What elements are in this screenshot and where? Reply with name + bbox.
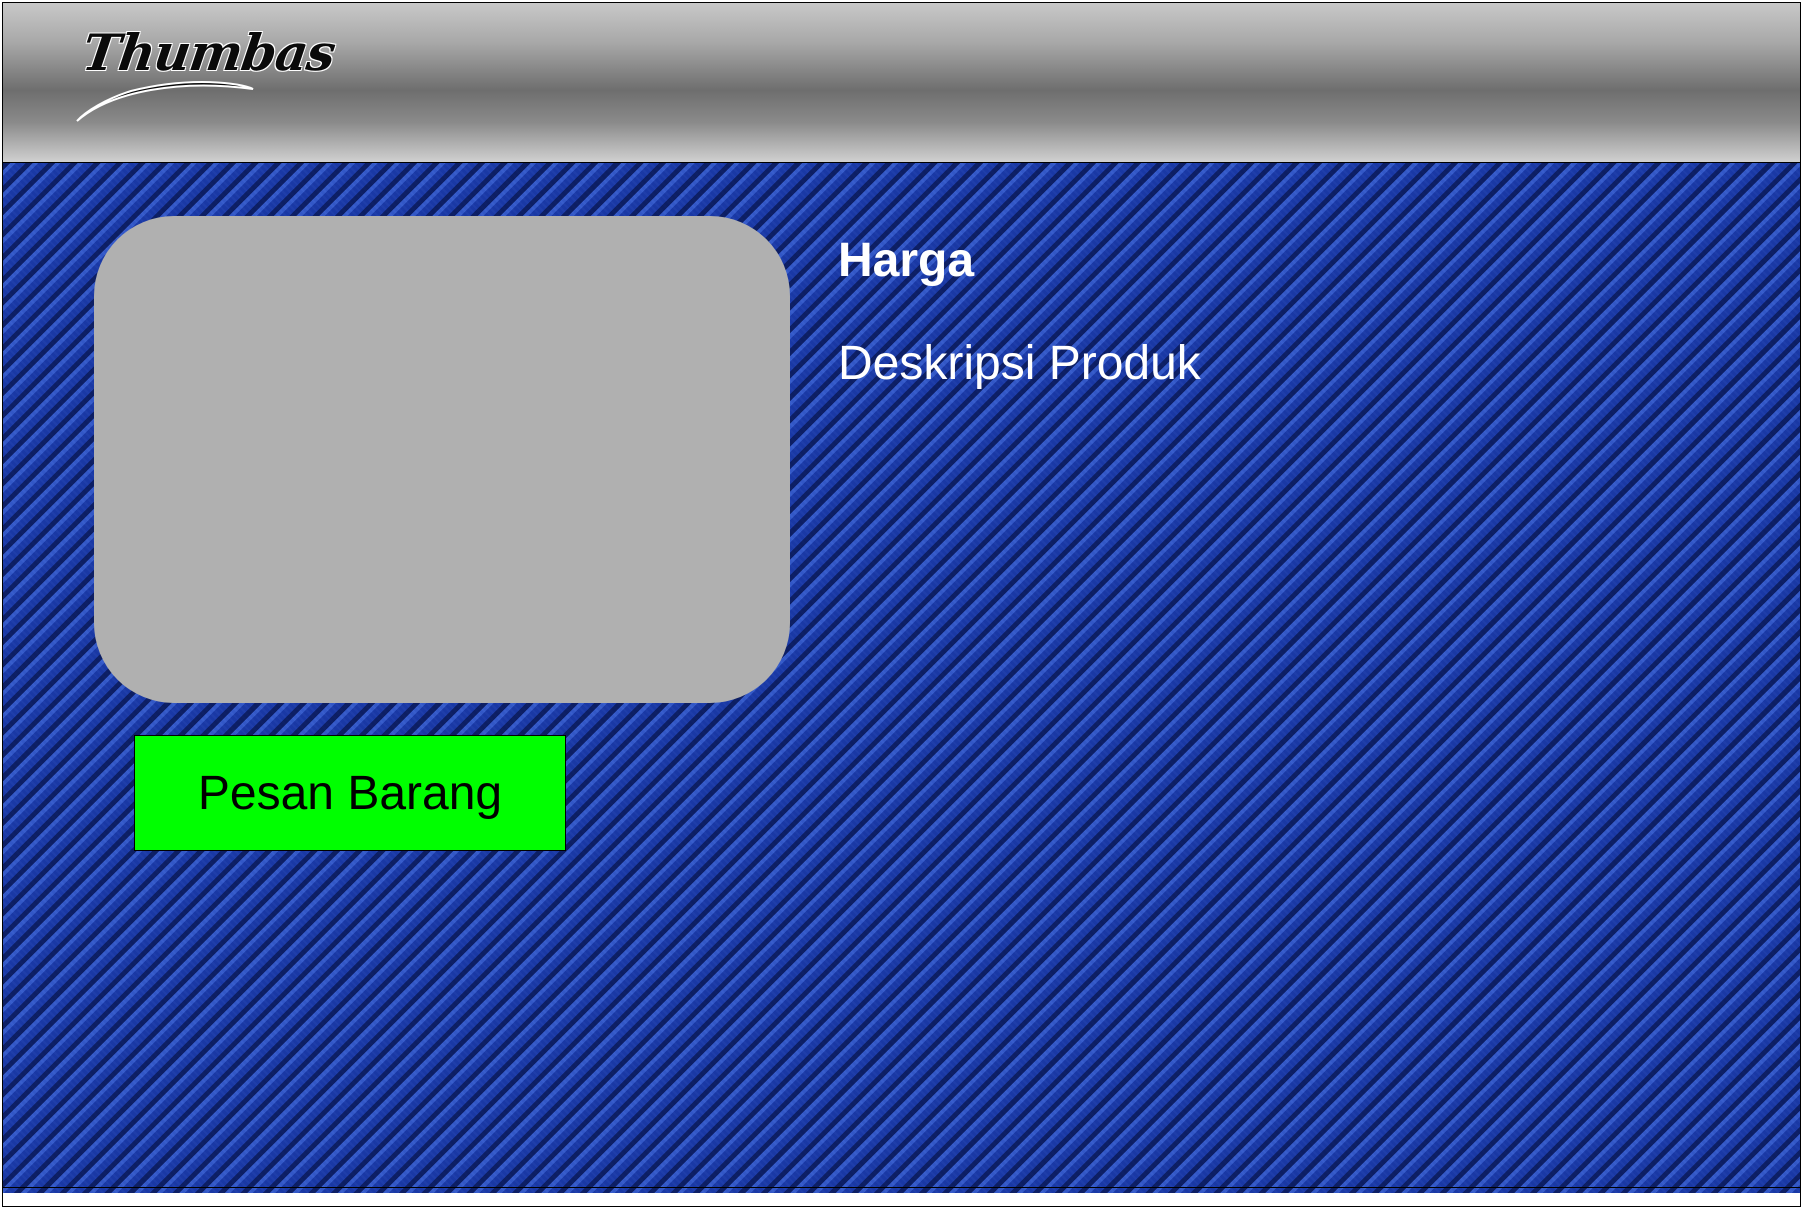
footer-divider xyxy=(3,1187,1800,1188)
product-image-placeholder xyxy=(94,216,790,703)
product-price: Harga xyxy=(838,234,975,287)
order-button[interactable]: Pesan Barang xyxy=(134,735,566,851)
logo-text: Thumbas xyxy=(78,23,339,82)
brand-logo[interactable]: Thumbas xyxy=(71,21,338,126)
product-description: Deskripsi Produk xyxy=(838,337,1201,390)
header-bar: Thumbas xyxy=(3,3,1800,163)
